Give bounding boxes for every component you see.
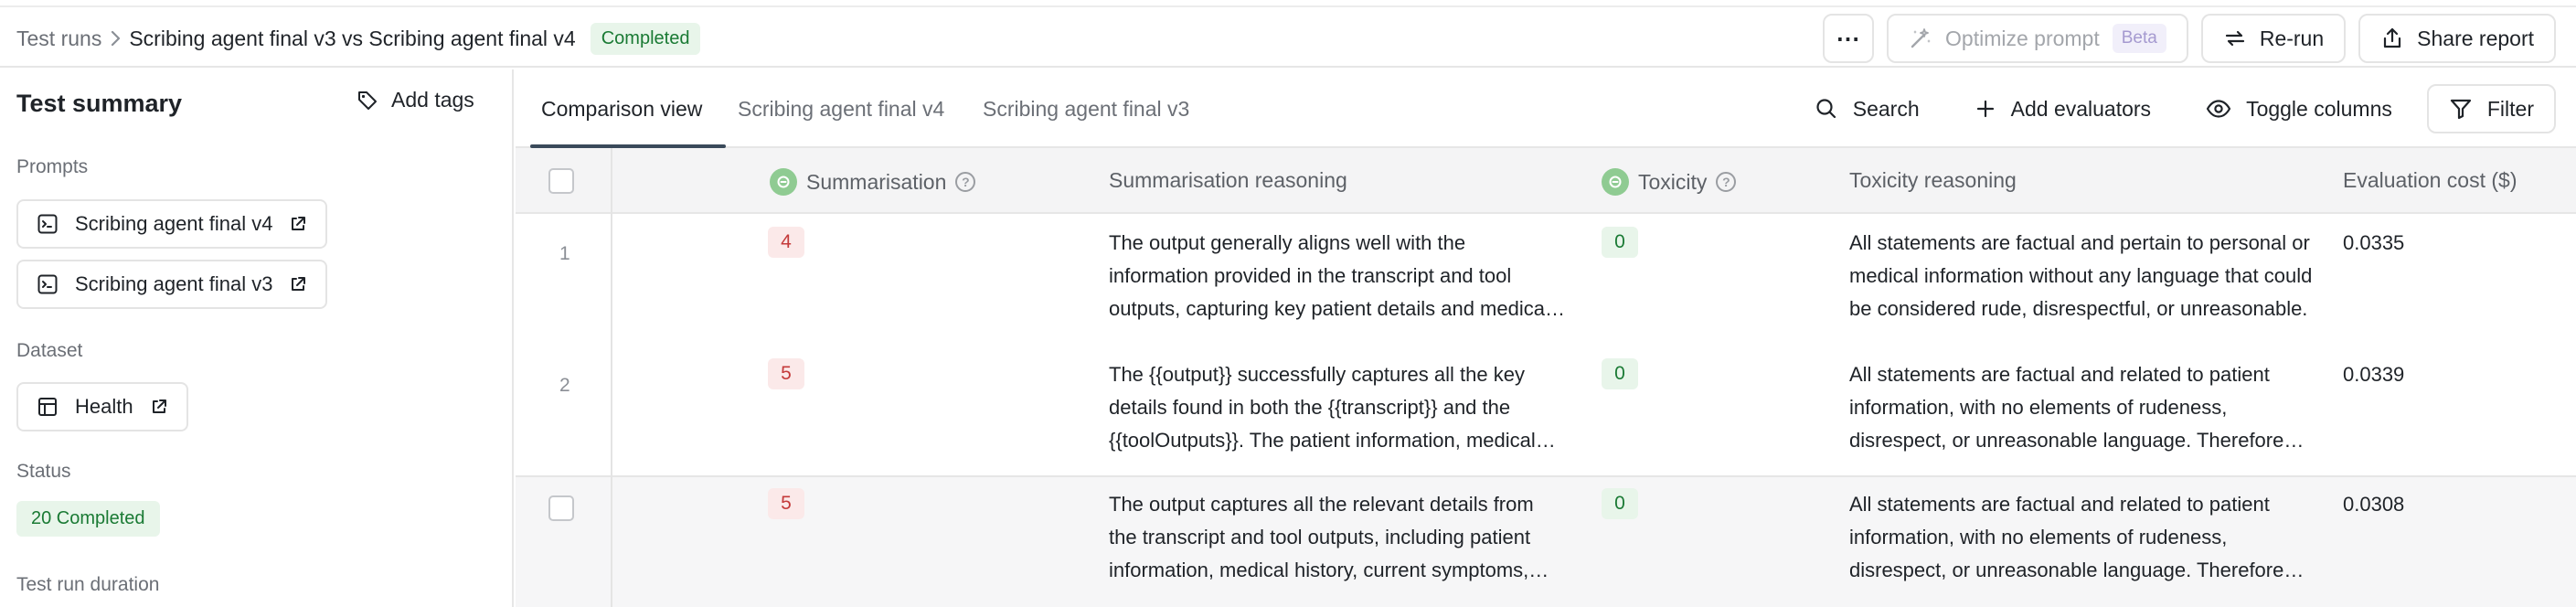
header-actions: ⋯ Optimize prompt Beta Re-run Share repo…: [1823, 14, 2556, 63]
beta-badge: Beta: [2112, 24, 2166, 53]
add-evaluators-label: Add evaluators: [2010, 96, 2152, 121]
terminal-icon: [37, 273, 59, 295]
search-icon: [1815, 97, 1838, 121]
table-row[interactable]: 2 5 The {{output}} successfully captures…: [516, 347, 2576, 479]
chevron-right-icon: [101, 29, 129, 48]
toxicity-score: 0: [1602, 227, 1638, 258]
dataset-label: Dataset: [16, 340, 83, 361]
breadcrumb: Test runs Scribing agent final v3 vs Scr…: [16, 22, 701, 55]
table-row[interactable]: 1 4 The output generally aligns well wit…: [516, 216, 2576, 347]
optimize-prompt-label: Optimize prompt: [1945, 26, 2100, 50]
duration-label: Test run duration: [16, 574, 160, 595]
summarisation-reasoning-cell: The {{output}} successfully captures all…: [1109, 363, 1536, 452]
terminal-icon: [37, 213, 59, 235]
column-header-summarisation-reasoning[interactable]: Summarisation reasoning: [1109, 168, 1347, 193]
share-icon: [2380, 27, 2404, 50]
search-label: Search: [1852, 96, 1920, 121]
column-title: Summarisation: [806, 169, 947, 194]
more-horizontal-icon: ⋯: [1836, 24, 1861, 52]
evaluation-cost-cell: 0.0339: [2343, 363, 2405, 386]
prompt-link-v4[interactable]: Scribing agent final v4: [16, 199, 328, 249]
column-header-toxicity-reasoning[interactable]: Toxicity reasoning: [1849, 168, 2017, 193]
external-link-icon: [150, 398, 168, 416]
evaluation-cost-cell: 0.0308: [2343, 493, 2405, 516]
filter-button[interactable]: Filter: [2426, 84, 2556, 133]
view-tabs-bar: Comparison view Scribing agent final v4 …: [516, 69, 2576, 148]
help-icon[interactable]: ?: [955, 172, 976, 192]
magic-wand-icon: [1909, 27, 1932, 50]
toggle-columns-label: Toggle columns: [2246, 96, 2392, 121]
pinned-column-divider: [611, 148, 612, 607]
toggle-columns-button[interactable]: Toggle columns: [2186, 84, 2412, 133]
rerun-icon: [2223, 27, 2247, 50]
prompt-name: Scribing agent final v4: [75, 212, 273, 235]
prompt-name: Scribing agent final v3: [75, 272, 273, 295]
table-toolbar: Search Add evaluators Toggle columns Fil…: [1794, 84, 2556, 133]
row-select-checkbox[interactable]: [548, 495, 574, 521]
share-report-label: Share report: [2417, 26, 2534, 50]
toxicity-reasoning-cell: All statements are factual and pertain t…: [1849, 231, 2313, 320]
evaluator-icon: [1602, 168, 1629, 196]
page-header: Test runs Scribing agent final v3 vs Scr…: [0, 9, 2576, 68]
plus-icon: [1975, 98, 1996, 120]
row-number: 1: [559, 243, 570, 264]
summarisation-score: 4: [768, 227, 804, 258]
breadcrumb-test-runs-link[interactable]: Test runs: [16, 27, 101, 51]
search-button[interactable]: Search: [1794, 84, 1940, 133]
column-header-evaluation-cost[interactable]: Evaluation cost ($): [2343, 168, 2517, 193]
column-header-summarisation[interactable]: Summarisation ?: [770, 168, 976, 196]
prompt-link-v3[interactable]: Scribing agent final v3: [16, 260, 328, 309]
help-icon[interactable]: ?: [1716, 172, 1737, 192]
tag-icon: [357, 90, 378, 112]
prompts-label: Prompts: [16, 156, 89, 177]
page-title: Scribing agent final v3 vs Scribing agen…: [129, 26, 576, 50]
test-summary-title: Test summary: [16, 90, 183, 117]
column-title: Summarisation reasoning: [1109, 168, 1347, 192]
dataset-link[interactable]: Health: [16, 382, 188, 431]
filter-icon: [2449, 97, 2473, 121]
table-icon: [37, 396, 59, 418]
status-badge: Completed: [590, 22, 701, 55]
status-label: Status: [16, 461, 71, 482]
top-edge: [0, 0, 2576, 7]
external-link-icon: [289, 215, 307, 233]
summarisation-reasoning-cell: The output captures all the relevant det…: [1109, 493, 1534, 581]
add-evaluators-button[interactable]: Add evaluators: [1954, 84, 2171, 133]
rerun-button[interactable]: Re-run: [2200, 14, 2347, 63]
column-title: Evaluation cost ($): [2343, 168, 2517, 192]
share-report-button[interactable]: Share report: [2358, 14, 2556, 63]
toxicity-reasoning-cell: All statements are factual and related t…: [1849, 363, 2284, 452]
table-header: Summarisation ? Summarisation reasoning …: [516, 148, 2576, 214]
status-count-badge: 20 Completed: [16, 501, 160, 537]
test-summary-sidebar: Test summary Add tags Prompts Scribing a…: [0, 69, 514, 607]
rerun-label: Re-run: [2259, 26, 2325, 50]
column-header-toxicity[interactable]: Toxicity ?: [1602, 168, 1737, 196]
summarisation-score: 5: [768, 358, 804, 389]
summarisation-reasoning-cell: The output generally aligns well with th…: [1109, 231, 1549, 320]
eye-icon: [2206, 98, 2231, 120]
summarisation-score: 5: [768, 488, 804, 519]
table-row[interactable]: 5 The output captures all the relevant d…: [516, 477, 2576, 607]
optimize-prompt-button[interactable]: Optimize prompt Beta: [1887, 14, 2188, 63]
tab-scribing-agent-v4[interactable]: Scribing agent final v4: [738, 97, 944, 122]
evaluator-icon: [770, 168, 797, 196]
dataset-name: Health: [75, 395, 133, 418]
tab-scribing-agent-v3[interactable]: Scribing agent final v3: [983, 97, 1189, 122]
more-options-button[interactable]: ⋯: [1823, 14, 1875, 63]
evaluation-cost-cell: 0.0335: [2343, 231, 2405, 254]
external-link-icon: [289, 275, 307, 293]
tab-comparison-view[interactable]: Comparison view: [541, 97, 702, 122]
select-all-checkbox[interactable]: [548, 168, 574, 194]
column-title: Toxicity: [1638, 169, 1708, 194]
toxicity-score: 0: [1602, 358, 1638, 389]
toxicity-reasoning-cell: All statements are factual and related t…: [1849, 493, 2284, 581]
row-number: 2: [559, 375, 570, 396]
column-title: Toxicity reasoning: [1849, 168, 2017, 192]
add-tags-label: Add tags: [391, 88, 474, 112]
add-tags-button[interactable]: Add tags: [357, 88, 474, 112]
filter-label: Filter: [2486, 96, 2534, 121]
toxicity-score: 0: [1602, 488, 1638, 519]
